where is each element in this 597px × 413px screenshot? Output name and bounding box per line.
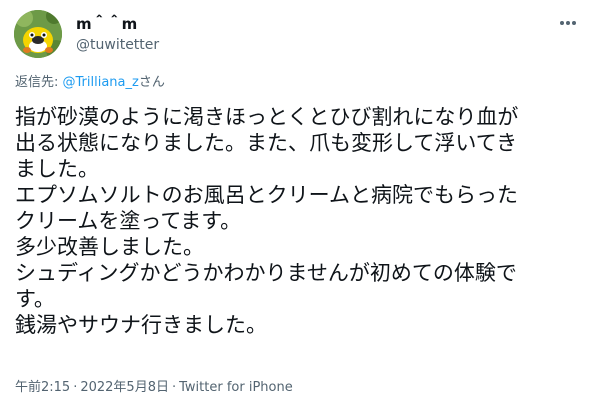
tweet-text-line: 指が砂漠のように渇きほっとくとひび割れになり血が <box>15 105 519 129</box>
reply-suffix: さん <box>138 75 165 90</box>
tweet-text-line: 多少改善しました。 <box>15 235 204 259</box>
separator: · <box>171 380 177 395</box>
tweet-source-link[interactable]: Twitter for iPhone <box>179 380 293 395</box>
separator: · <box>73 380 78 395</box>
tweet-text: 指が砂漠のように渇きほっとくとひび割れになり血が 出る状態になりました。また、爪… <box>15 104 585 338</box>
reply-mention-link[interactable]: @Trilliana_z <box>63 75 139 90</box>
tweet-text-line: クリームを塗ってます。 <box>15 209 242 233</box>
tweet-text-line: シュディングかどうかわかりませんが初めての体験で <box>15 261 517 285</box>
tweet-text-line: 出る状態になりました。また、爪も変形して浮いてき <box>15 131 518 155</box>
cartoon-bird-avatar-icon <box>14 10 62 58</box>
tweet-card: m＾＾m @tuwitetter 返信先: @Trilliana_zさん 指が砂… <box>0 0 597 413</box>
author-block[interactable]: m＾＾m @tuwitetter <box>76 14 159 55</box>
more-options-icon <box>560 21 576 25</box>
more-options-button[interactable] <box>555 10 581 36</box>
tweet-text-line: 銭湯やサウナ行きました。 <box>15 313 267 337</box>
reply-prefix: 返信先: <box>15 75 63 90</box>
avatar[interactable] <box>14 10 62 58</box>
tweet-timestamp-link[interactable]: 午前2:15 · 2022年5月8日 <box>15 380 169 395</box>
tweet-date: 2022年5月8日 <box>80 380 169 395</box>
tweet-text-line: エプソムソルトのお風呂とクリームと病院でもらった <box>15 183 518 207</box>
tweet-text-line: す。 <box>15 287 55 311</box>
tweet-text-line: ました。 <box>15 157 99 181</box>
user-handle[interactable]: @tuwitetter <box>76 36 159 55</box>
reply-context: 返信先: @Trilliana_zさん <box>15 74 165 92</box>
display-name[interactable]: m＾＾m <box>76 14 159 34</box>
tweet-time: 午前2:15 <box>15 380 71 395</box>
tweet-metadata: 午前2:15 · 2022年5月8日 · Twitter for iPhone <box>15 379 293 397</box>
